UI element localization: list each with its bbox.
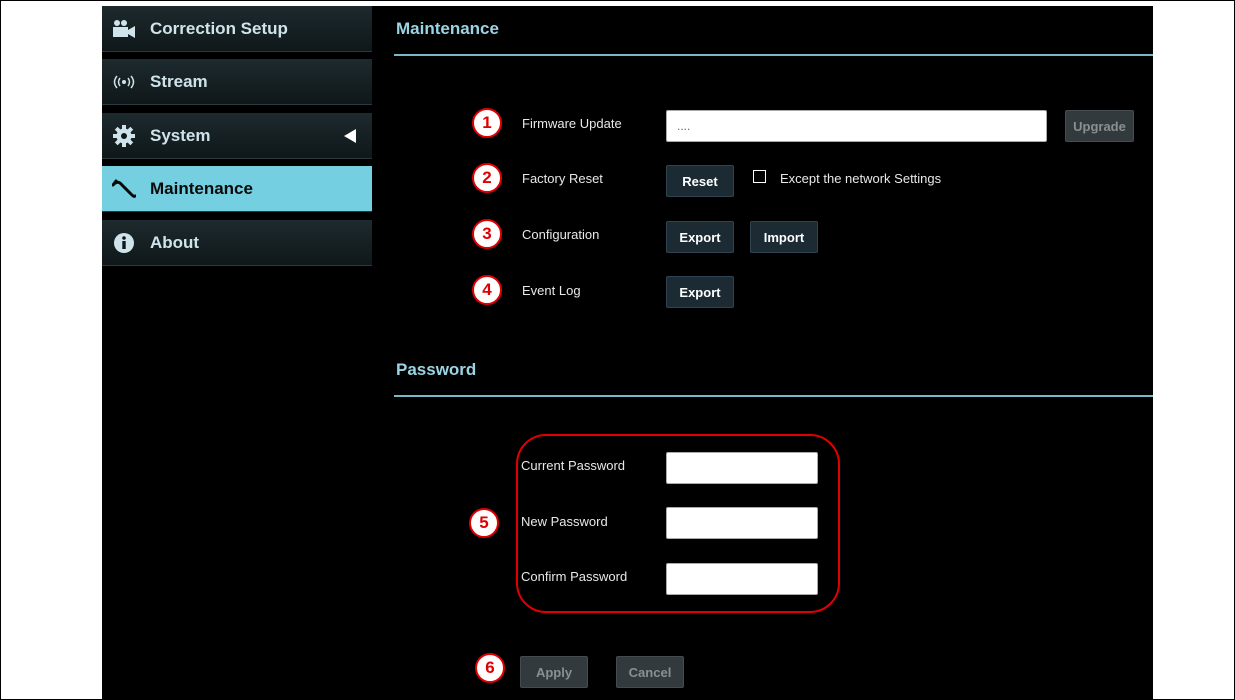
sidebar-item-maintenance[interactable]: Maintenance [102, 166, 372, 212]
callout-6: 6 [475, 653, 505, 683]
new-password-input[interactable] [666, 507, 818, 539]
sidebar-item-label: Maintenance [150, 178, 253, 198]
confirm-password-input[interactable] [666, 563, 818, 595]
wrench-icon [112, 177, 136, 201]
broadcast-icon [112, 70, 136, 94]
divider [394, 54, 1153, 56]
apply-button[interactable]: Apply [520, 656, 588, 688]
except-network-checkbox[interactable] [753, 170, 766, 183]
upgrade-button[interactable]: Upgrade [1065, 110, 1134, 142]
sidebar-item-label: Stream [150, 71, 208, 91]
callout-2: 2 [472, 163, 502, 193]
confirm-password-label: Confirm Password [521, 569, 628, 584]
callout-3: 3 [472, 219, 502, 249]
except-network-label: Except the network Settings [780, 171, 942, 186]
gear-icon [112, 124, 136, 148]
config-import-button[interactable]: Import [750, 221, 818, 253]
video-camera-icon [112, 17, 136, 41]
sidebar-item-system[interactable]: System [102, 113, 372, 159]
sidebar-item-correction-setup[interactable]: Correction Setup [102, 6, 372, 52]
event-log-label: Event Log [522, 283, 581, 298]
sidebar: Correction Setup Stream System Maintenan… [102, 6, 372, 700]
sidebar-item-label: About [150, 232, 200, 252]
configuration-label: Configuration [522, 227, 600, 242]
callout-4: 4 [472, 275, 502, 305]
reset-button[interactable]: Reset [666, 165, 734, 197]
sidebar-item-about[interactable]: About [102, 220, 372, 266]
callout-1: 1 [472, 108, 502, 138]
firmware-file-field[interactable]: .... [666, 110, 1047, 142]
config-export-button[interactable]: Export [666, 221, 734, 253]
callout-5: 5 [469, 508, 499, 538]
sidebar-item-stream[interactable]: Stream [102, 59, 372, 105]
info-icon [112, 231, 136, 255]
factory-reset-label: Factory Reset [522, 171, 603, 186]
sidebar-item-label: System [150, 125, 211, 145]
password-title: Password [396, 360, 477, 379]
current-password-label: Current Password [521, 458, 626, 473]
expand-arrow-icon[interactable] [344, 128, 356, 148]
new-password-label: New Password [521, 514, 608, 529]
divider [394, 395, 1153, 397]
current-password-input[interactable] [666, 452, 818, 484]
firmware-update-label: Firmware Update [522, 116, 622, 131]
main-panel: Maintenance 1 Firmware Update .... Upgra… [372, 6, 1153, 700]
cancel-button[interactable]: Cancel [616, 656, 684, 688]
sidebar-item-label: Correction Setup [150, 18, 288, 38]
event-log-export-button[interactable]: Export [666, 276, 734, 308]
maintenance-title: Maintenance [396, 19, 499, 38]
